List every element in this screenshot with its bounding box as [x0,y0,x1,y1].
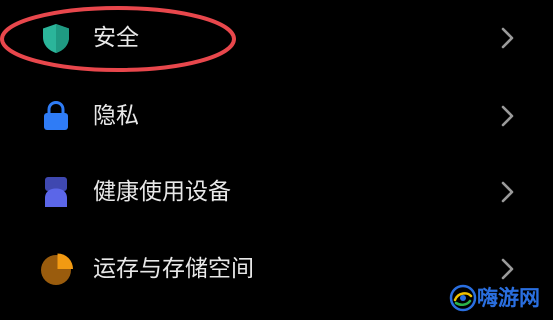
chevron-right-icon [501,181,514,203]
settings-item-label: 安全 [93,25,139,51]
chevron-right-icon [501,105,514,127]
settings-item-label: 健康使用设备 [93,179,231,205]
settings-item-healthy-device-usage[interactable]: 健康使用设备 [0,154,553,230]
chevron-right-icon [501,258,514,280]
pie-chart-icon [41,253,73,285]
settings-item-label: 隐私 [93,103,139,129]
chevron-right-icon [501,27,514,49]
watermark: 嗨游网 [449,283,553,313]
shield-icon [43,24,69,53]
watermark-text: 嗨游网 [477,286,540,310]
lock-icon [44,100,68,130]
settings-item-privacy[interactable]: 隐私 [0,78,553,154]
settings-item-security[interactable]: 安全 [0,0,553,76]
watermark-logo-icon [449,284,477,312]
hourglass-icon [45,177,67,207]
settings-list: 安全 隐私 健康使用设备 运存与存储空间 [0,0,553,320]
settings-item-label: 运存与存储空间 [93,256,254,282]
